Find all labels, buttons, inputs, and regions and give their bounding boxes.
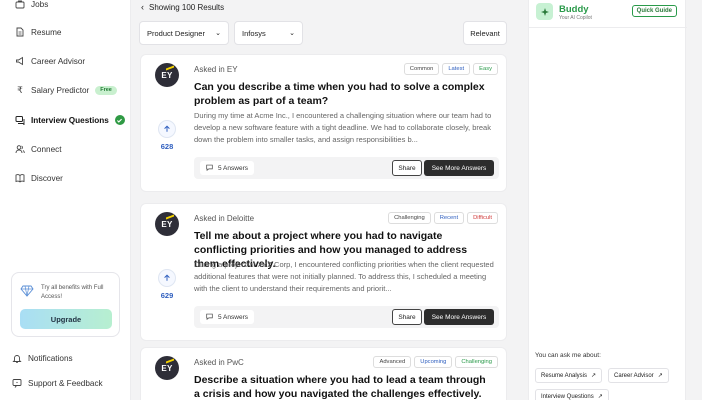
question-title[interactable]: Can you describe a time when you had to … <box>194 80 494 108</box>
share-button[interactable]: Share <box>392 309 422 325</box>
answers-count-button[interactable]: 5 Answers <box>200 161 254 175</box>
chat-icon <box>15 115 25 125</box>
sidebar-item-label: Jobs <box>31 0 49 9</box>
tag: Advanced <box>373 356 412 368</box>
people-icon <box>15 144 25 154</box>
asked-in: Asked in Deloitte <box>194 214 255 223</box>
question-card: EY Asked in PwC Advanced Upcoming Challe… <box>140 347 507 400</box>
copilot-name: Buddy <box>559 4 589 15</box>
sidebar-item-label: Discover <box>31 173 63 183</box>
check-icon <box>114 115 125 125</box>
company-logo: EY <box>155 212 179 236</box>
company-filter-dropdown[interactable]: Infosys ⌄ <box>234 21 303 45</box>
sidebar-item-label: Support & Feedback <box>28 378 103 388</box>
suggestion-chip-resume-analysis[interactable]: Resume Analysis ↗ <box>535 368 603 383</box>
arrow-up-right-icon: ↗ <box>597 394 603 400</box>
divider <box>529 27 687 28</box>
sidebar-item-connect[interactable]: Connect <box>15 142 62 156</box>
see-more-answers-button[interactable]: See More Answers <box>424 309 494 325</box>
company-logo: EY <box>155 356 179 380</box>
arrow-up-right-icon: ↗ <box>657 373 663 379</box>
ai-copilot-panel: Buddy Your AI Copilot Quick Guide You ca… <box>528 0 687 400</box>
promo-text: Try all benefits with Full Access! <box>41 285 104 300</box>
asked-in: Asked in PwC <box>194 358 244 367</box>
tag: Challenging <box>455 356 498 368</box>
results-count: Showing 100 Results <box>149 2 225 12</box>
sidebar-item-label: Career Advisor <box>31 56 86 66</box>
answers-count-button[interactable]: 5 Answers <box>200 310 254 324</box>
sidebar-item-interview-questions[interactable]: Interview Questions <box>15 113 125 127</box>
tag: Upcoming <box>414 356 453 368</box>
sidebar-item-jobs[interactable]: Jobs <box>15 0 48 11</box>
question-card: EY Asked in EY Common Latest Easy Can yo… <box>140 54 507 192</box>
tag: Easy <box>473 63 498 75</box>
sort-dropdown[interactable]: Relevant <box>463 21 507 45</box>
arrow-up-icon[interactable] <box>158 120 176 138</box>
copilot-subtitle: Your AI Copilot <box>559 15 592 21</box>
tag-list: Common Latest Easy <box>403 63 498 75</box>
document-icon <box>15 27 25 37</box>
bell-icon <box>12 353 22 363</box>
sidebar-item-career-advisor[interactable]: Career Advisor <box>15 54 85 68</box>
sidebar-item-label: Connect <box>31 144 62 154</box>
free-badge: Free <box>95 85 117 95</box>
sidebar-item-discover[interactable]: Discover <box>15 171 63 185</box>
tag: Latest <box>442 63 471 75</box>
upvote[interactable]: 629 <box>157 269 177 300</box>
sidebar-item-resume[interactable]: Resume <box>15 25 62 39</box>
sidebar-item-label: Interview Questions <box>31 115 109 125</box>
answer-preview: During my time at Acme Inc., I encounter… <box>194 111 492 144</box>
results-header: ‹ Showing 100 Results <box>141 2 224 12</box>
sidebar-item-notifications[interactable]: Notifications <box>12 351 73 365</box>
suggestion-chip-interview-questions[interactable]: Interview Questions ↗ <box>535 389 609 400</box>
sidebar-item-label: Salary Predictor <box>31 85 90 95</box>
answer-preview: During a project at XYZ Corp, I encounte… <box>194 260 494 293</box>
tag: Recent <box>433 212 465 224</box>
sidebar: Jobs Resume Career Advisor ₹ Salary Pred… <box>0 0 131 400</box>
upgrade-promo-card: Try all benefits with Full Access! Upgra… <box>11 272 120 337</box>
vote-count: 629 <box>160 291 174 300</box>
share-button[interactable]: Share <box>392 160 422 176</box>
tag-list: Challenging Recent Difficult <box>388 212 498 224</box>
sparkle-icon <box>536 3 553 20</box>
question-title[interactable]: Describe a situation where you had to le… <box>194 373 494 400</box>
sidebar-item-label: Notifications <box>28 353 73 363</box>
company-filter-value: Infosys <box>242 28 266 38</box>
chevron-down-icon: ⌄ <box>289 30 295 37</box>
comment-icon <box>206 164 213 173</box>
back-chevron-icon[interactable]: ‹ <box>141 2 144 12</box>
arrow-up-right-icon: ↗ <box>591 373 597 379</box>
quick-guide-button[interactable]: Quick Guide <box>631 5 677 17</box>
arrow-up-icon[interactable] <box>158 269 176 287</box>
chevron-down-icon: ⌄ <box>215 30 221 37</box>
sort-value: Relevant <box>470 28 500 38</box>
megaphone-icon <box>15 56 25 66</box>
upgrade-button[interactable]: Upgrade <box>20 309 112 329</box>
card-footer: 5 Answers Share See More Answers <box>194 306 499 328</box>
tag: Difficult <box>467 212 498 224</box>
tag: Common <box>403 63 440 75</box>
company-logo: EY <box>155 63 179 87</box>
asked-in: Asked in EY <box>194 65 238 74</box>
role-filter-value: Product Designer <box>147 28 205 38</box>
tag: Challenging <box>388 212 431 224</box>
sidebar-item-salary-predictor[interactable]: ₹ Salary Predictor Free <box>15 83 117 97</box>
comment-icon <box>206 313 213 322</box>
ask-me-label: You can ask me about: <box>535 352 601 359</box>
sidebar-item-label: Resume <box>31 27 62 37</box>
card-footer: 5 Answers Share See More Answers <box>194 157 499 179</box>
book-icon <box>15 173 25 183</box>
briefcase-icon <box>15 0 25 9</box>
upvote[interactable]: 628 <box>157 120 177 151</box>
tag-list: Advanced Upcoming Challenging <box>373 356 498 368</box>
suggestion-chip-career-advisor[interactable]: Career Advisor ↗ <box>608 368 669 383</box>
support-icon <box>12 378 22 388</box>
role-filter-dropdown[interactable]: Product Designer ⌄ <box>139 21 229 45</box>
see-more-answers-button[interactable]: See More Answers <box>424 160 494 176</box>
question-card: EY Asked in Deloitte Challenging Recent … <box>140 203 507 341</box>
rupee-icon: ₹ <box>17 84 23 95</box>
diamond-icon <box>20 284 34 298</box>
sidebar-item-support[interactable]: Support & Feedback <box>12 376 103 390</box>
vote-count: 628 <box>160 142 174 151</box>
